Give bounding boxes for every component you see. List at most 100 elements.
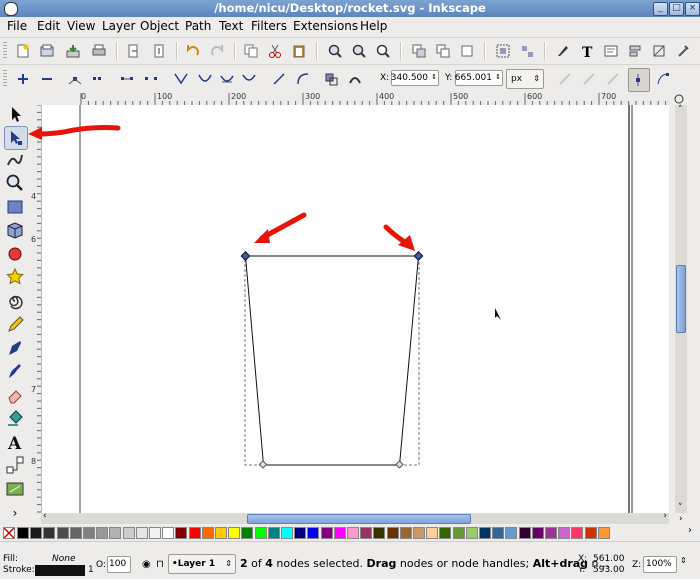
color-swatch[interactable] <box>452 527 465 539</box>
y-coordinate-input[interactable]: 665.001 ⇕ <box>455 70 503 86</box>
redo-icon[interactable] <box>208 42 226 60</box>
zoom-input[interactable]: 100% <box>643 556 677 573</box>
stroke-width[interactable]: 1 <box>88 565 94 575</box>
import-icon[interactable] <box>124 42 142 60</box>
save-icon[interactable] <box>64 42 82 60</box>
unselected-node[interactable] <box>395 460 404 469</box>
join-nodes-icon[interactable] <box>66 70 84 88</box>
zoom-drawing-icon[interactable] <box>350 42 368 60</box>
scroll-up-icon[interactable]: ˄ <box>678 105 683 115</box>
export-icon[interactable] <box>150 42 168 60</box>
rectangle-tool-icon[interactable] <box>4 196 26 218</box>
drawing-canvas[interactable] <box>42 105 669 513</box>
zoom-spin-icon[interactable]: ⇕ <box>680 556 687 565</box>
trapezoid-path[interactable] <box>244 255 420 466</box>
color-swatch[interactable] <box>96 527 109 539</box>
scroll-right-icon[interactable]: › <box>663 511 667 521</box>
vertical-scroll-thumb[interactable] <box>676 265 686 333</box>
color-swatch[interactable] <box>360 527 373 539</box>
show-path-outline-icon[interactable] <box>654 70 672 88</box>
color-swatch[interactable] <box>83 527 95 539</box>
color-swatch[interactable] <box>413 527 425 539</box>
zoom-correction-icon[interactable] <box>669 93 687 105</box>
color-swatch[interactable] <box>122 527 135 539</box>
copy-icon[interactable] <box>242 42 260 60</box>
pen-tool-icon[interactable] <box>4 337 26 359</box>
menu-layer[interactable]: Layer <box>102 19 135 33</box>
color-swatch[interactable] <box>584 527 597 539</box>
symmetric-node-icon[interactable] <box>218 70 236 88</box>
color-swatch[interactable] <box>571 527 584 539</box>
star-tool-icon[interactable] <box>4 266 26 288</box>
color-swatch[interactable] <box>149 527 161 539</box>
canvas-drawing[interactable] <box>42 105 669 513</box>
xml-editor-icon[interactable] <box>602 42 620 60</box>
menu-filters[interactable]: Filters <box>251 19 287 33</box>
color-swatch[interactable] <box>175 527 188 539</box>
eraser-tool-icon[interactable] <box>4 384 26 406</box>
color-swatch[interactable] <box>386 527 399 539</box>
maximize-icon[interactable]: □ <box>669 2 684 16</box>
calligraphy-tool-icon[interactable] <box>4 360 26 382</box>
horizontal-scrollbar[interactable]: ‹ › <box>41 511 669 524</box>
color-swatch[interactable] <box>531 527 544 539</box>
color-swatch[interactable] <box>545 527 557 539</box>
print-icon[interactable] <box>90 42 108 60</box>
vertical-scrollbar[interactable]: ˄ ˅ <box>675 105 687 513</box>
spin-icon[interactable]: ⇕ <box>431 70 437 84</box>
clone-icon[interactable] <box>434 42 452 60</box>
minimize-icon[interactable]: _ <box>653 2 668 16</box>
cut-icon[interactable] <box>266 42 284 60</box>
color-swatch[interactable] <box>294 527 307 539</box>
color-swatch[interactable] <box>399 527 412 539</box>
color-swatch[interactable] <box>267 527 280 539</box>
color-swatch[interactable] <box>479 527 491 539</box>
opacity-input[interactable]: 100 <box>107 556 131 573</box>
color-swatch[interactable] <box>215 527 227 539</box>
color-swatch[interactable] <box>465 527 478 539</box>
connector-tool-icon[interactable] <box>4 454 26 476</box>
menu-path[interactable]: Path <box>185 19 211 33</box>
text-font-icon[interactable]: T <box>578 42 596 60</box>
color-swatch[interactable] <box>241 527 254 539</box>
stroke-to-path-icon[interactable] <box>346 70 364 88</box>
selected-node[interactable] <box>413 251 424 261</box>
duplicate-icon[interactable] <box>410 42 428 60</box>
fill-value[interactable]: None <box>52 554 75 564</box>
title-bar[interactable]: /home/nicu/Desktop/rocket.svg - Inkscape… <box>0 0 700 18</box>
color-swatch[interactable] <box>281 527 293 539</box>
color-swatch[interactable] <box>188 527 201 539</box>
color-swatch[interactable] <box>426 527 439 539</box>
menu-view[interactable]: View <box>67 19 95 33</box>
delete-node-icon[interactable] <box>38 70 56 88</box>
transform-icon[interactable] <box>650 42 668 60</box>
smooth-node-icon[interactable] <box>196 70 214 88</box>
unit-select[interactable]: px ⇕ <box>506 69 544 89</box>
paint-bucket-tool-icon[interactable] <box>4 407 26 429</box>
color-swatch[interactable] <box>492 527 505 539</box>
unselected-node[interactable] <box>258 460 268 469</box>
tweak-tool-icon[interactable] <box>4 149 26 171</box>
menu-extensions[interactable]: Extensions <box>293 19 358 33</box>
toolbar-grip[interactable] <box>3 70 7 88</box>
show-node-handles-icon[interactable] <box>628 68 650 92</box>
layer-lock-icon[interactable]: ⊓ <box>156 559 164 570</box>
selected-node[interactable] <box>240 251 251 261</box>
join-segment-icon[interactable] <box>118 70 136 88</box>
new-document-icon[interactable] <box>14 42 32 60</box>
cusp-node-icon[interactable] <box>172 70 190 88</box>
color-swatch[interactable] <box>17 527 29 539</box>
horizontal-scroll-thumb[interactable] <box>247 514 471 524</box>
text-tool-icon[interactable]: A <box>4 431 26 454</box>
paste-icon[interactable] <box>290 42 308 60</box>
x-coordinate-input[interactable]: 340.500 ⇕ <box>391 70 439 86</box>
ellipse-tool-icon[interactable] <box>4 243 26 265</box>
layer-select[interactable]: •Layer 1 ⇕ <box>168 554 236 574</box>
color-swatch[interactable] <box>162 527 175 539</box>
object-to-path-icon[interactable] <box>322 70 340 88</box>
spin-icon[interactable]: ⇕ <box>495 70 501 84</box>
vertical-ruler[interactable]: 4 6 7 8 <box>30 105 42 513</box>
stroke-color-swatch[interactable] <box>35 565 85 576</box>
color-swatch[interactable] <box>228 527 241 539</box>
color-swatch[interactable] <box>109 527 122 539</box>
